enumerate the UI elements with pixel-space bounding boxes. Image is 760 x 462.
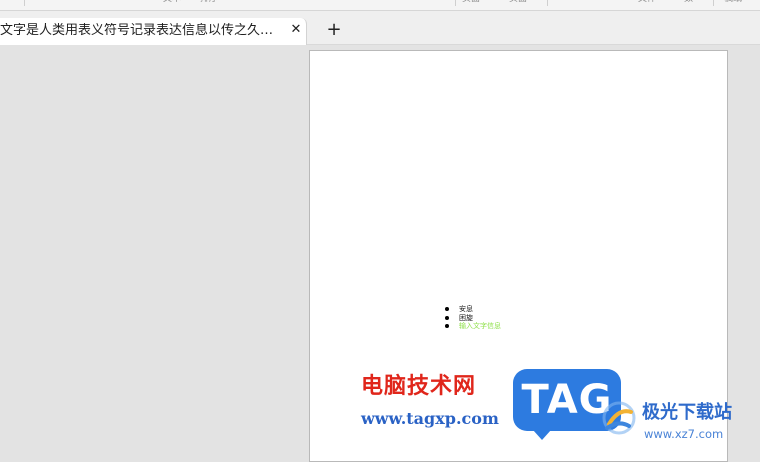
ribbon-toolbar: 文本 排序 页面 页面 文件 数 稿纸: [0, 0, 760, 11]
list-item[interactable]: 困旋: [445, 314, 501, 323]
toolbar-label-page-1[interactable]: 页面: [462, 0, 480, 4]
toolbar-label-manuscript[interactable]: 稿纸: [724, 0, 742, 4]
list-item-text: 安息: [459, 305, 473, 313]
toolbar-divider: [547, 0, 548, 6]
toolbar-divider: [713, 0, 714, 6]
list-item[interactable]: 安息: [445, 305, 501, 314]
watermark-brand-url: www.xz7.com: [644, 427, 724, 441]
watermark-brand-name: 极光下载站: [642, 402, 732, 423]
bullet-icon: [445, 315, 449, 320]
document-tab-strip: 文字是人类用表义符号记录表达信息以传之久远的方... ✕ +: [0, 11, 760, 45]
bullet-list[interactable]: 安息 困旋 输入文字信息: [445, 305, 501, 331]
new-tab-button[interactable]: +: [324, 19, 344, 41]
aurora-logo-icon: [602, 401, 636, 435]
toolbar-label-file[interactable]: 文件: [638, 0, 656, 4]
toolbar-label-text[interactable]: 文本: [163, 0, 181, 4]
list-item-text: 困旋: [459, 313, 473, 322]
document-tab-title: 文字是人类用表义符号记录表达信息以传之久远的方...: [0, 23, 276, 38]
toolbar-divider: [24, 0, 25, 6]
document-tab[interactable]: 文字是人类用表义符号记录表达信息以传之久远的方... ✕: [0, 18, 307, 45]
toolbar-divider: [455, 0, 456, 6]
bullet-icon: [445, 307, 449, 311]
list-item-placeholder[interactable]: 输入文字信息: [445, 322, 501, 331]
list-item-text: 输入文字信息: [459, 322, 501, 330]
toolbar-label-number[interactable]: 数: [684, 0, 693, 4]
toolbar-label-page-2[interactable]: 页面: [509, 0, 527, 4]
bullet-icon: [445, 324, 449, 328]
close-icon[interactable]: ✕: [288, 21, 304, 39]
toolbar-label-sort[interactable]: 排序: [200, 0, 218, 4]
watermark-site-url: www.tagxp.com: [361, 409, 499, 428]
watermark-site-name: 电脑技术网: [361, 373, 477, 399]
